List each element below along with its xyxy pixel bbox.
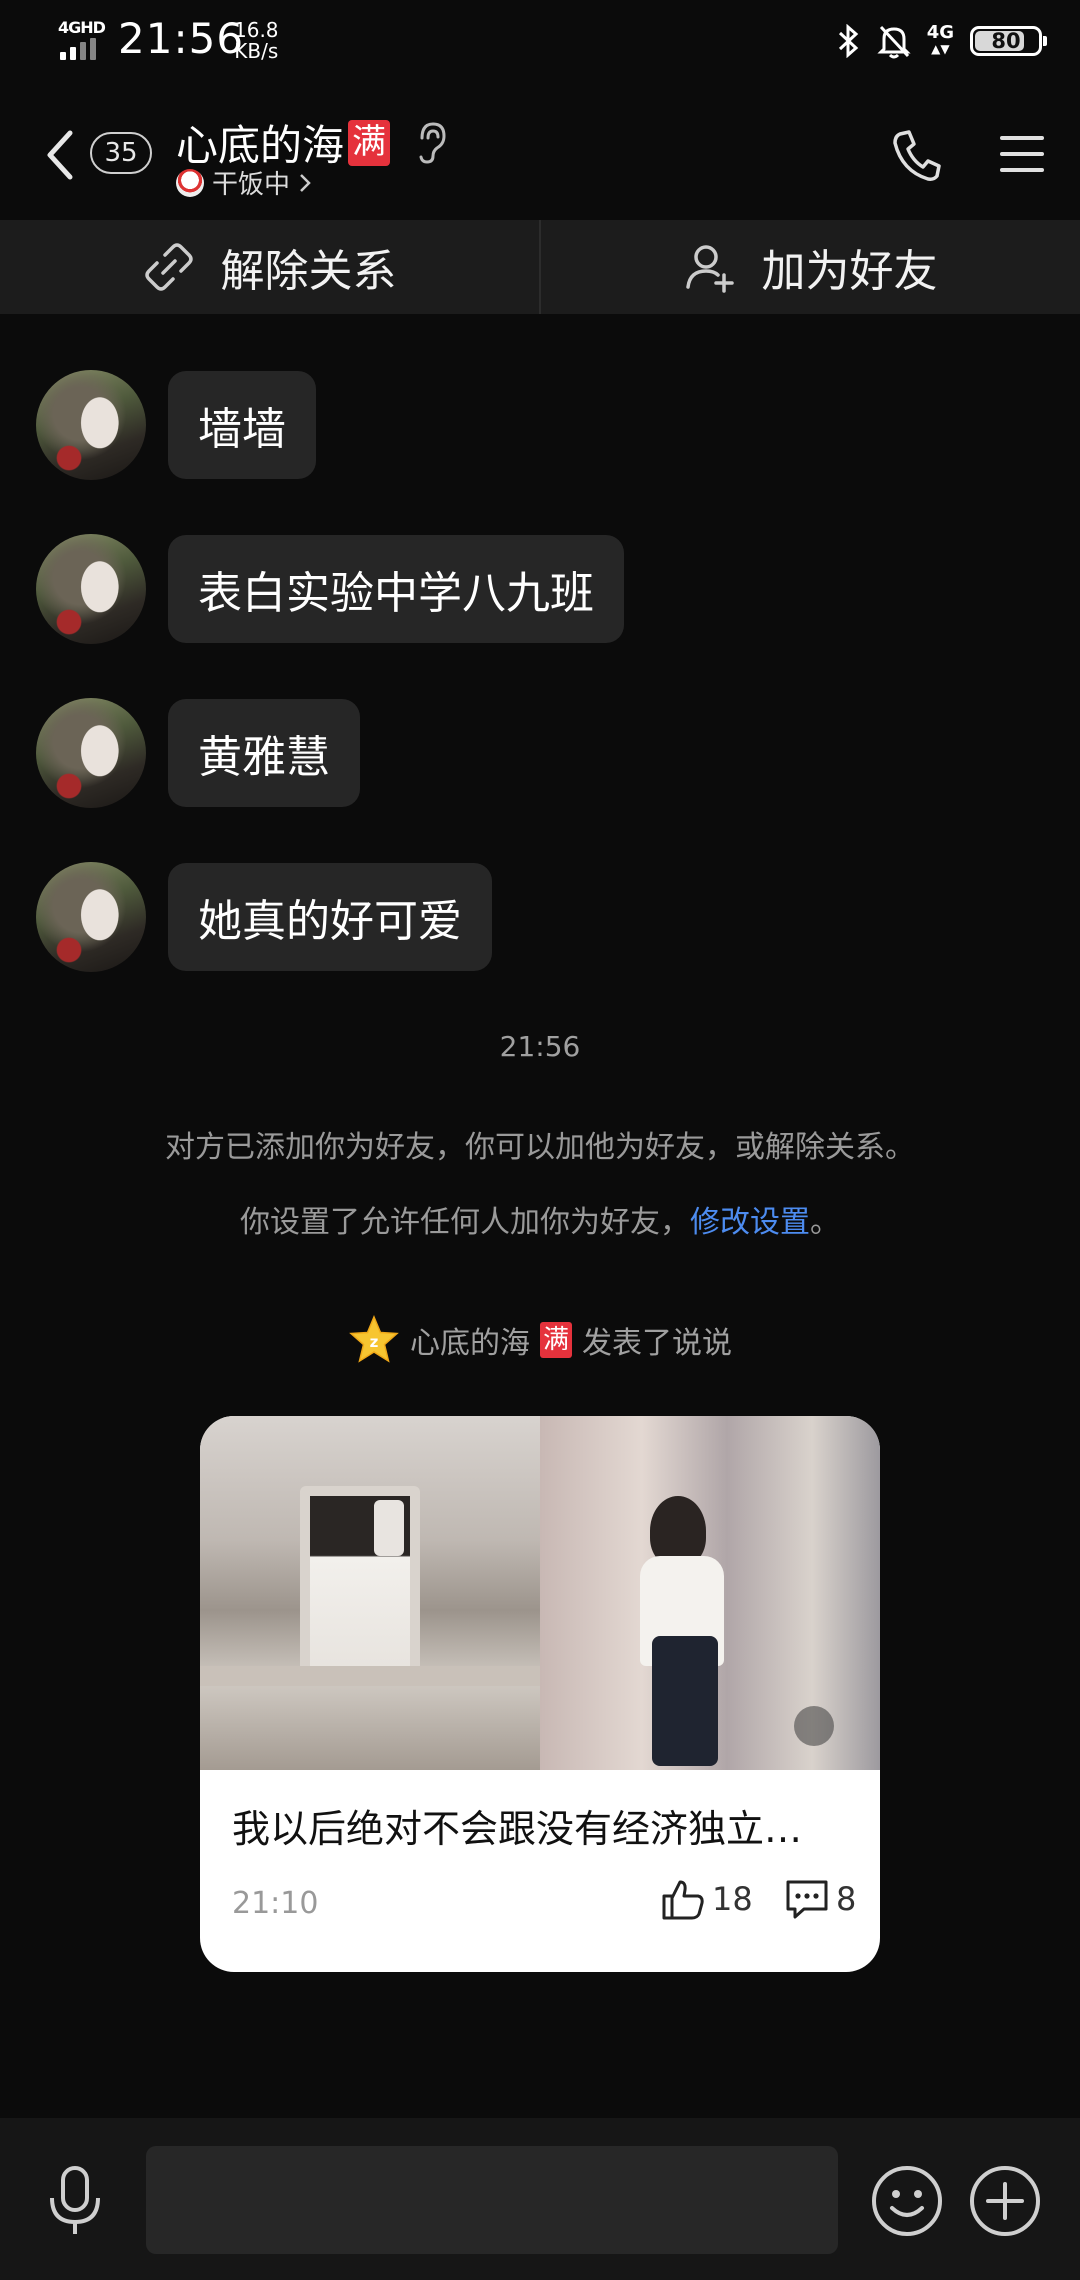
qzone-post-card[interactable]: 我以后绝对不会跟没有经济独立… 21:10 18 8 [200,1416,880,1972]
message-row: 黄雅慧 [36,698,360,808]
input-bar [0,2118,1080,2280]
emoji-icon[interactable] [870,2164,944,2238]
net-speed: 16.8 KB/s [234,18,279,63]
online-status[interactable]: 干饭中 [176,164,312,201]
battery-level: 80 [991,29,1021,53]
post-text: 我以后绝对不会跟没有经济独立… [232,1807,803,1851]
status-bar: 4GHD 21:56 16.8 KB/s 4G ▲▼ 80 [0,0,1080,80]
network-4g: 4G ▲▼ [926,22,954,57]
message-bubble[interactable]: 她真的好可爱 [168,863,492,971]
comment-icon [786,1880,828,1919]
avatar[interactable] [36,698,146,808]
like-count: 18 [712,1880,753,1918]
post-image[interactable] [540,1416,880,1770]
remove-relation-button[interactable]: 解除关系 [0,220,539,314]
signal-icon [60,38,100,60]
mute-bell-icon [877,25,911,59]
vip-badge: 满 [348,119,391,166]
phone-icon[interactable] [890,128,942,184]
avatar[interactable] [36,862,146,972]
network-type: 4GHD [58,18,106,37]
unlink-icon [144,243,193,291]
post-image[interactable] [200,1416,540,1770]
avatar[interactable] [36,370,146,480]
add-friend-button[interactable]: 加为好友 [541,220,1080,314]
relation-action-bar: 解除关系 加为好友 [0,220,1080,314]
thumbs-up-icon [662,1880,704,1920]
status-emoji-icon [176,168,204,197]
add-user-icon [685,245,734,293]
message-row: 表白实验中学八九班 [36,534,624,644]
message-timestamp: 21:56 [499,1030,581,1063]
svg-text:z: z [370,1333,379,1351]
modify-settings-link[interactable]: 修改设置 [690,1205,810,1240]
battery-icon: 80 [970,26,1047,56]
system-notice: 对方已添加你为好友，你可以加他为好友，或解除关系。 [165,1130,915,1165]
message-bubble[interactable]: 表白实验中学八九班 [168,535,624,643]
remove-relation-label: 解除关系 [220,246,397,297]
bluetooth-icon [838,24,858,58]
system-notice-settings: 你设置了允许任何人加你为好友，修改设置。 [240,1205,840,1240]
status-icons: 4G ▲▼ 80 [837,18,1047,64]
like-button[interactable]: 18 [660,1876,753,1922]
ear-icon[interactable] [414,120,448,166]
chevron-right-icon [300,173,311,192]
qzone-notice[interactable]: z 心底的海满发表了说说 [0,1314,1080,1366]
comment-button[interactable]: 8 [784,1876,856,1922]
qzone-name: 心底的海 [409,1326,530,1361]
menu-icon[interactable] [998,132,1046,176]
avatar[interactable] [36,534,146,644]
microphone-icon[interactable] [44,2164,106,2238]
message-bubble[interactable]: 墙墙 [168,371,316,479]
status-text: 干饭中 [212,170,291,200]
post-time: 21:10 [232,1886,319,1921]
clock: 21:56 [118,14,245,63]
message-input[interactable] [146,2146,838,2254]
message-bubble[interactable]: 黄雅慧 [168,699,360,807]
qzone-action: 发表了说说 [582,1326,732,1361]
message-row: 她真的好可爱 [36,862,492,972]
unread-count-badge[interactable]: 35 [90,132,152,174]
qzone-star-icon: z [349,1315,399,1363]
chat-header: 35 心底的海 满 干饭中 [0,80,1080,220]
back-icon[interactable] [40,125,80,185]
add-friend-label: 加为好友 [761,246,938,297]
vip-badge: 满 [539,1322,572,1358]
post-images [200,1416,880,1770]
comment-count: 8 [836,1880,857,1918]
message-row: 墙墙 [36,370,316,480]
plus-icon[interactable] [968,2164,1042,2238]
